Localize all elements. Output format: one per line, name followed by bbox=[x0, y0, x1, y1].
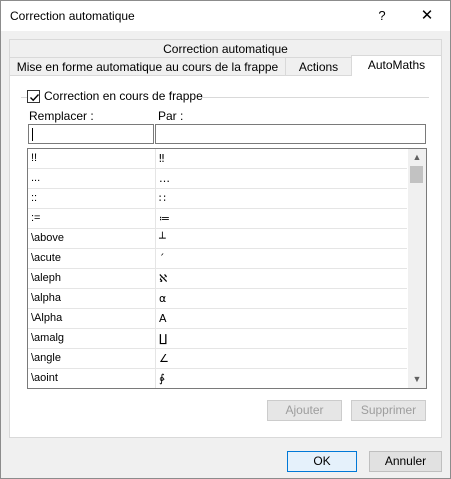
list-item[interactable]: ... … bbox=[28, 169, 407, 189]
by-cell: ∷ bbox=[159, 192, 166, 205]
list-item[interactable]: :: ∷ bbox=[28, 189, 407, 209]
replace-cell: \above bbox=[31, 232, 65, 244]
help-button[interactable]: ? bbox=[367, 1, 397, 31]
replace-cell: \acute bbox=[31, 252, 61, 264]
list-item[interactable]: \above ┴ bbox=[28, 229, 407, 249]
replace-cell: \alpha bbox=[31, 292, 61, 304]
by-cell: ‼ bbox=[159, 152, 165, 165]
list-item[interactable]: \amalg ∐ bbox=[28, 329, 407, 349]
by-cell: ´ bbox=[159, 252, 165, 265]
replace-cell: :: bbox=[31, 192, 38, 204]
tab-automaths[interactable]: AutoMaths bbox=[351, 55, 442, 76]
by-cell: Α bbox=[159, 312, 167, 325]
by-input[interactable] bbox=[155, 124, 426, 144]
replacement-list[interactable]: !! ‼... …:: ∷:= ≔\above ┴\acute ´\aleph ℵ\alpha… bbox=[27, 148, 427, 389]
autocorrect-checkbox-label: Correction en cours de frappe bbox=[44, 89, 203, 103]
by-cell: ∠ bbox=[159, 352, 169, 365]
list-item[interactable]: := ≔ bbox=[28, 209, 407, 229]
text-caret bbox=[32, 128, 33, 141]
vertical-scrollbar[interactable]: ▲ ▼ bbox=[408, 149, 426, 388]
tab-actions[interactable]: Actions bbox=[285, 57, 352, 77]
by-cell: … bbox=[159, 172, 170, 185]
autocorrect-dialog: Correction automatique ? ✕ Correction au… bbox=[0, 0, 451, 479]
scroll-thumb[interactable] bbox=[410, 166, 423, 183]
by-cell: ┴ bbox=[159, 232, 166, 245]
replace-cell: \aoint bbox=[31, 372, 58, 384]
close-button[interactable]: ✕ bbox=[405, 1, 449, 31]
ok-button[interactable]: OK bbox=[287, 451, 357, 472]
replace-label: Remplacer : bbox=[29, 109, 94, 123]
by-cell: ∐ bbox=[159, 332, 168, 345]
scroll-up-icon[interactable]: ▲ bbox=[408, 149, 426, 166]
list-item[interactable]: \alpha α bbox=[28, 289, 407, 309]
tab-mise-en-forme[interactable]: Mise en forme automatique au cours de la… bbox=[9, 57, 286, 77]
replace-cell: \angle bbox=[31, 352, 61, 364]
list-item[interactable]: \angle ∠ bbox=[28, 349, 407, 369]
group-border bbox=[201, 97, 429, 98]
replace-cell: := bbox=[31, 212, 41, 224]
by-label: Par : bbox=[158, 109, 184, 123]
list-item[interactable]: \acute ´ bbox=[28, 249, 407, 269]
autocorrect-checkbox[interactable] bbox=[27, 90, 40, 103]
list-item[interactable]: \aoint ∳ bbox=[28, 369, 407, 388]
by-cell: ℵ bbox=[159, 272, 168, 285]
scroll-down-icon[interactable]: ▼ bbox=[408, 371, 426, 388]
by-cell: ≔ bbox=[159, 212, 170, 225]
by-cell: α bbox=[159, 292, 167, 305]
replace-input[interactable] bbox=[28, 124, 154, 144]
title-bar: Correction automatique ? ✕ bbox=[1, 1, 450, 31]
cancel-button[interactable]: Annuler bbox=[369, 451, 442, 472]
list-item[interactable]: \Alpha Α bbox=[28, 309, 407, 329]
add-button[interactable]: Ajouter bbox=[267, 400, 342, 421]
replace-cell: \aleph bbox=[31, 272, 61, 284]
replace-cell: \amalg bbox=[31, 332, 65, 344]
list-item[interactable]: \aleph ℵ bbox=[28, 269, 407, 289]
window-title: Correction automatique bbox=[10, 9, 135, 23]
delete-button[interactable]: Supprimer bbox=[351, 400, 426, 421]
checkmark-icon bbox=[30, 94, 40, 102]
replace-cell: ... bbox=[31, 172, 41, 184]
replace-cell: !! bbox=[31, 152, 38, 164]
replace-cell: \Alpha bbox=[31, 312, 63, 324]
list-item[interactable]: !! ‼ bbox=[28, 149, 407, 169]
by-cell: ∳ bbox=[159, 372, 165, 385]
